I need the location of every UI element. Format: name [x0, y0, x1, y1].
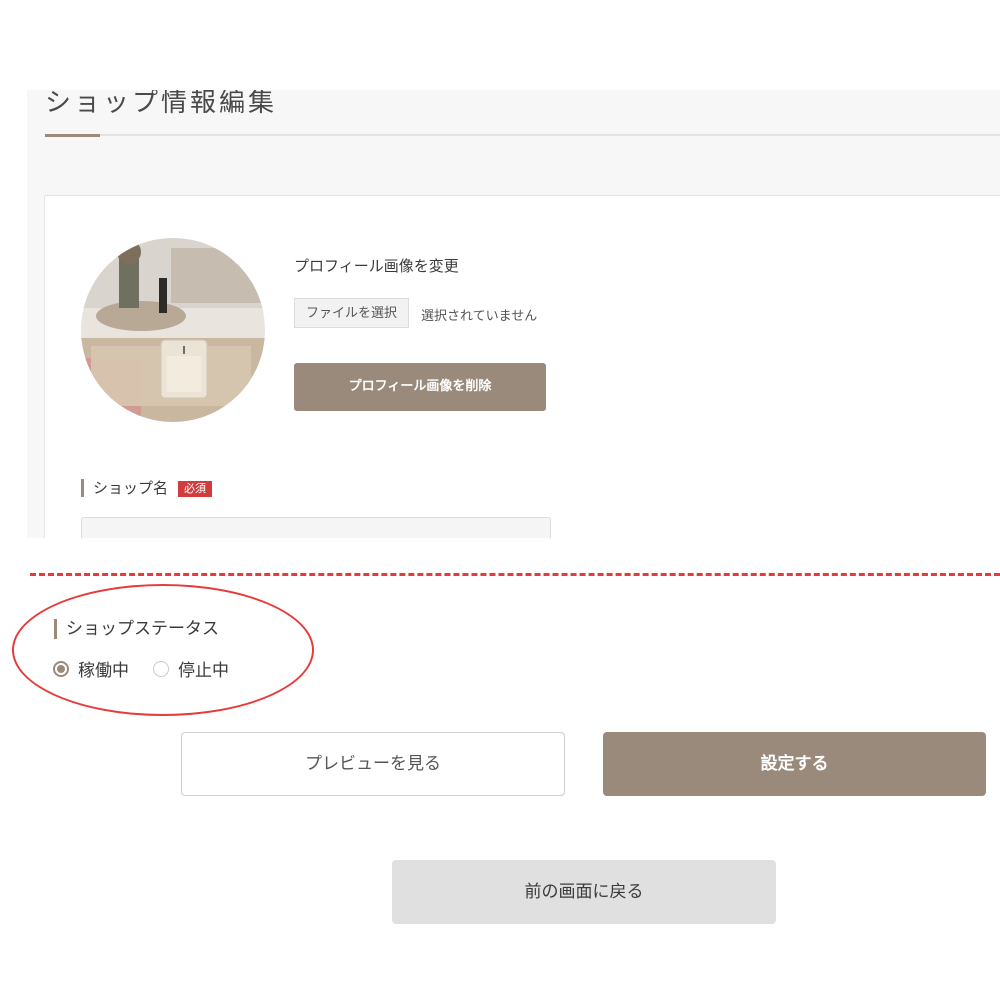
- profile-image-change-label: プロフィール画像を変更: [294, 257, 459, 275]
- submit-button[interactable]: 設定する: [603, 732, 986, 796]
- title-accent-bar: [45, 134, 100, 137]
- file-status-text: 選択されていません: [421, 309, 538, 324]
- page-title: ショップ情報編集: [45, 90, 278, 118]
- delete-profile-image-button[interactable]: プロフィール画像を削除: [294, 363, 546, 411]
- screenshot-separator: [30, 573, 1000, 576]
- choose-file-button[interactable]: ファイルを選択: [294, 298, 410, 328]
- shop-name-label: ショップ名 必須: [81, 479, 213, 497]
- required-badge: 必須: [178, 480, 213, 497]
- back-button[interactable]: 前の画面に戻る: [392, 860, 776, 924]
- avatar-photo: [81, 238, 265, 422]
- preview-button[interactable]: プレビューを見る: [181, 732, 565, 796]
- shop-name-label-text: ショップ名: [93, 479, 169, 497]
- avatar: [81, 238, 265, 422]
- shop-edit-screenshot-top: ショップ情報編集 プロフィール画像を変更 ファイルを選択 選択されていません プ…: [27, 90, 1000, 538]
- shop-name-input[interactable]: [81, 517, 551, 538]
- title-divider: [45, 134, 1000, 136]
- profile-card: プロフィール画像を変更 ファイルを選択 選択されていません プロフィール画像を削…: [44, 195, 1000, 538]
- highlight-annotation-ellipse: [12, 584, 314, 716]
